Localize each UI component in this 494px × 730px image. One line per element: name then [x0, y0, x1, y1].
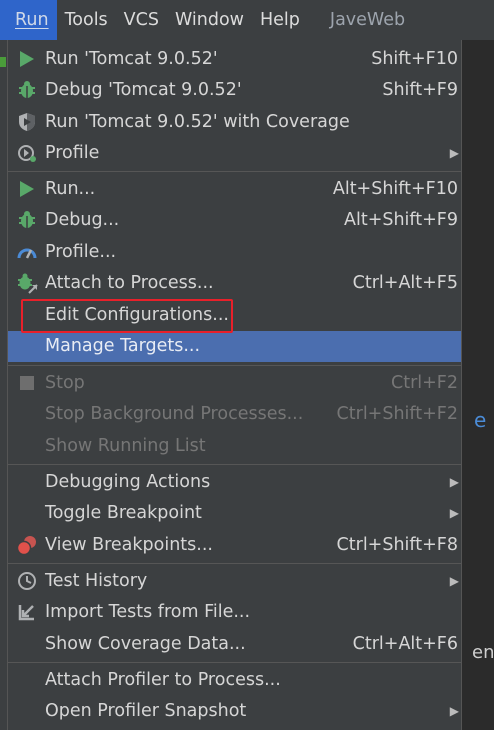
menu-item-label: Debugging Actions: [45, 471, 211, 492]
background-left-edge: [0, 40, 7, 730]
submenu-arrow-icon: ▶: [449, 704, 459, 719]
menu-item-shortcut: Ctrl+F2: [390, 372, 458, 393]
menu-item-shortcut: Ctrl+Shift+F8: [336, 534, 458, 555]
menu-separator: [8, 365, 461, 366]
menu-item-debugging-actions[interactable]: Debugging Actions ▶: [8, 466, 461, 498]
menu-item-label: Profile: [45, 143, 100, 164]
menu-window[interactable]: Window: [167, 0, 252, 40]
menu-vcs-label: VCS: [123, 10, 159, 30]
menu-item-profile-dots[interactable]: Profile...: [8, 236, 461, 268]
menu-item-open-snapshot[interactable]: Open Profiler Snapshot ▶: [8, 696, 461, 728]
menu-item-import-tests[interactable]: Import Tests from File...: [8, 597, 461, 629]
menu-item-run-tomcat[interactable]: Run 'Tomcat 9.0.52' Shift+F10: [8, 43, 461, 75]
menu-item-shortcut: Ctrl+Alt+F6: [352, 633, 458, 654]
menu-run-label: Run: [15, 10, 49, 30]
menu-item-label: Attach Profiler to Process...: [45, 669, 281, 690]
menu-separator: [8, 563, 461, 564]
menu-bar: Run Tools VCS Window Help JaveWeb: [0, 0, 494, 40]
menu-item-run-coverage[interactable]: Run 'Tomcat 9.0.52' with Coverage: [8, 106, 461, 138]
menu-item-shortcut: Alt+Shift+F9: [344, 210, 458, 231]
menu-item-label: Profile...: [45, 241, 117, 262]
project-title: JaveWeb: [329, 10, 406, 30]
menu-vcs[interactable]: VCS: [116, 0, 167, 40]
menu-item-show-coverage[interactable]: Show Coverage Data... Ctrl+Alt+F6: [8, 628, 461, 660]
submenu-arrow-icon: ▶: [449, 146, 459, 161]
menu-item-label: View Breakpoints...: [45, 534, 213, 555]
menu-item-debug[interactable]: Debug... Alt+Shift+F9: [8, 205, 461, 237]
menu-item-attach-profiler[interactable]: Attach Profiler to Process...: [8, 664, 461, 696]
menu-item-show-running[interactable]: Show Running List: [8, 430, 461, 462]
menu-item-label: Toggle Breakpoint: [45, 503, 202, 524]
menu-item-attach-process[interactable]: Attach to Process... Ctrl+Alt+F5: [8, 268, 461, 300]
menu-item-label: Run...: [45, 178, 96, 199]
menu-item-shortcut: Ctrl+Alt+F5: [352, 273, 458, 294]
submenu-arrow-icon: ▶: [449, 573, 459, 588]
menu-item-label: Test History: [45, 570, 148, 591]
menu-item-label: Open Profiler Snapshot: [45, 701, 247, 722]
background-run-marker: [0, 57, 6, 67]
submenu-arrow-icon: ▶: [449, 474, 459, 489]
menu-tools-label: Tools: [64, 10, 108, 30]
menu-help[interactable]: Help: [252, 0, 308, 40]
menu-item-shortcut: Shift+F9: [382, 80, 458, 101]
submenu-arrow-icon: ▶: [449, 506, 459, 521]
coverage-icon: [16, 111, 38, 133]
menu-item-shortcut: Alt+Shift+F10: [332, 178, 458, 199]
menu-item-test-history[interactable]: Test History ▶: [8, 565, 461, 597]
background-text-1: e: [474, 408, 487, 432]
annotation-highlight-box: [21, 299, 233, 333]
menu-item-label: Import Tests from File...: [45, 602, 251, 623]
run-menu-dropdown: Run 'Tomcat 9.0.52' Shift+F10 Debug 'Tom…: [7, 40, 462, 730]
menu-separator: [8, 464, 461, 465]
menu-item-manage-targets[interactable]: Manage Targets...: [8, 330, 461, 362]
menu-run[interactable]: Run: [0, 0, 57, 40]
run-icon: [16, 48, 38, 70]
menu-item-debug-tomcat[interactable]: Debug 'Tomcat 9.0.52' Shift+F9: [8, 75, 461, 107]
menu-window-label: Window: [174, 10, 244, 30]
debug-icon: [16, 79, 38, 101]
menu-item-label: Debug 'Tomcat 9.0.52': [45, 80, 242, 101]
menu-item-label: Stop Background Processes...: [45, 404, 304, 425]
menu-item-label: Debug...: [45, 210, 120, 231]
menu-item-view-breakpoints[interactable]: View Breakpoints... Ctrl+Shift+F8: [8, 529, 461, 561]
menu-item-stop-background[interactable]: Stop Background Processes... Ctrl+Shift+…: [8, 399, 461, 431]
menu-item-stop[interactable]: Stop Ctrl+F2: [8, 367, 461, 399]
menu-item-label: Run 'Tomcat 9.0.52': [45, 48, 218, 69]
menu-item-label: Manage Targets...: [45, 336, 201, 357]
menu-item-label: Stop: [45, 372, 85, 393]
menu-item-shortcut: Shift+F10: [371, 48, 458, 69]
menu-item-run[interactable]: Run... Alt+Shift+F10: [8, 173, 461, 205]
menu-item-label: Show Coverage Data...: [45, 633, 246, 654]
menu-help-label: Help: [260, 10, 300, 30]
menu-separator: [8, 171, 461, 172]
menu-item-label: Attach to Process...: [45, 273, 214, 294]
menu-item-label: Show Running List: [45, 435, 206, 456]
menu-item-profile[interactable]: Profile ▶: [8, 138, 461, 170]
menu-separator: [8, 662, 461, 663]
import-icon: [16, 601, 38, 623]
debug-icon: [16, 209, 38, 231]
breakpoints-icon: [16, 534, 38, 556]
history-icon: [16, 570, 38, 592]
attach-debugger-icon: [16, 272, 38, 294]
menu-item-shortcut: Ctrl+Shift+F2: [336, 404, 458, 425]
menu-tools[interactable]: Tools: [57, 0, 116, 40]
profiler-gauge-icon: [16, 241, 38, 263]
background-text-2: en: [472, 642, 494, 663]
stop-icon: [16, 372, 38, 394]
background-editor: e en: [462, 40, 494, 730]
profile-icon: [16, 142, 38, 164]
run-icon: [16, 178, 38, 200]
menu-item-label: Run 'Tomcat 9.0.52' with Coverage: [45, 111, 350, 132]
menu-item-toggle-breakpoint[interactable]: Toggle Breakpoint ▶: [8, 498, 461, 530]
